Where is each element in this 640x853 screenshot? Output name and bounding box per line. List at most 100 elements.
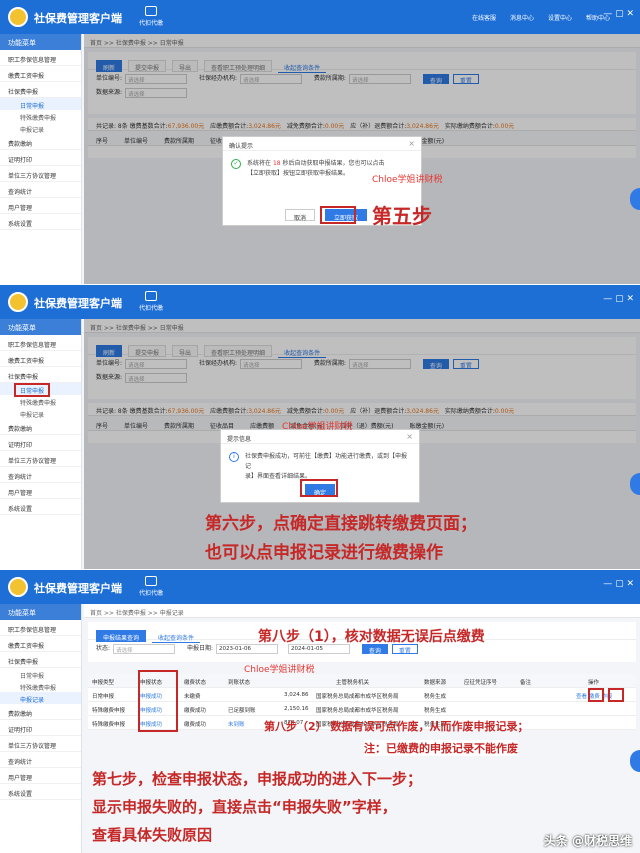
menu-print[interactable]: 证明打印 bbox=[0, 720, 81, 736]
row-type: 特殊缴费申报 bbox=[92, 708, 126, 714]
sidebar: 功能菜单 职工参保信息管理 缴费工资申报 社保费申报 日常申报 特殊缴费申报 申… bbox=[0, 604, 82, 853]
menu-declare[interactable]: 社保费申报 bbox=[0, 367, 81, 383]
menu-head: 功能菜单 bbox=[0, 604, 81, 620]
menu-records[interactable]: 申报记录 bbox=[0, 692, 81, 704]
menu-pay[interactable]: 费款缴纳 bbox=[0, 134, 81, 150]
header-tools: 在线客服 消息中心 设置中心 帮助中心 bbox=[458, 13, 610, 22]
row-type: 特殊缴费申报 bbox=[92, 722, 126, 728]
status-select[interactable]: 请选择 bbox=[113, 643, 176, 654]
window-controls[interactable]: — ▢ ✕ bbox=[603, 294, 634, 304]
menu-declare[interactable]: 社保费申报 bbox=[0, 652, 81, 668]
tool-online-service[interactable]: 在线客服 bbox=[472, 15, 496, 22]
status-label: 状态: bbox=[96, 645, 111, 652]
step8-caution-note: 注：已缴费的申报记录不能作废 bbox=[364, 740, 518, 756]
msg-part1: 系统将在 bbox=[247, 160, 272, 167]
menu-system[interactable]: 系统设置 bbox=[0, 214, 81, 230]
app-header: 社保费管理客户端 代扣代缴 在线客服 消息中心 设置中心 帮助中心 — ▢ ✕ bbox=[0, 0, 640, 34]
menu-print[interactable]: 证明打印 bbox=[0, 435, 81, 451]
proxy-button[interactable]: 代扣代缴 bbox=[136, 291, 166, 312]
tax-logo-icon bbox=[8, 7, 28, 27]
row-type: 日常申报 bbox=[92, 694, 115, 700]
proxy-button[interactable]: 代扣代缴 bbox=[136, 6, 166, 27]
watermark: Chloe学姐讲财税 bbox=[372, 175, 443, 185]
app-header: 社保费管理客户端 代扣代缴 — ▢ ✕ bbox=[0, 570, 640, 604]
menu-agreement[interactable]: 单位三方协议管理 bbox=[0, 736, 81, 752]
menu-declare[interactable]: 社保费申报 bbox=[0, 82, 81, 98]
menu-agreement[interactable]: 单位三方协议管理 bbox=[0, 451, 81, 467]
tab-result-query[interactable]: 申报结果查询 bbox=[96, 630, 147, 642]
proxy-button[interactable]: 代扣代缴 bbox=[136, 576, 166, 597]
row-arrive: 已足额到账 bbox=[228, 708, 256, 714]
menu-system[interactable]: 系统设置 bbox=[0, 784, 81, 800]
countdown-seconds: 18 bbox=[272, 160, 281, 167]
menu-staff[interactable]: 职工参保信息管理 bbox=[0, 620, 81, 636]
app-header: 社保费管理客户端 代扣代缴 — ▢ ✕ bbox=[0, 285, 640, 319]
msg-part3: 【立即获取】按钮立即获取申报结果。 bbox=[247, 170, 350, 177]
step7-note-line1: 第七步，检查申报状态，申报成功的进入下一步； bbox=[92, 770, 423, 788]
menu-staff[interactable]: 职工参保信息管理 bbox=[0, 50, 81, 66]
menu-system[interactable]: 系统设置 bbox=[0, 499, 81, 515]
breadcrumb: 首页 >> 社保费申报 >> 申报记录 bbox=[84, 604, 640, 618]
menu-records[interactable]: 申报记录 bbox=[0, 122, 81, 134]
row-office: 国家税务总局成都市成华区税务局 bbox=[316, 708, 399, 714]
menu-staff[interactable]: 职工参保信息管理 bbox=[0, 335, 81, 351]
menu-pay[interactable]: 费款缴纳 bbox=[0, 419, 81, 435]
menu-stats[interactable]: 查询统计 bbox=[0, 752, 81, 768]
step7-note-line2: 显示申报失败的，直接点击“申报失败”字样， bbox=[92, 798, 397, 816]
menu-daily[interactable]: 日常申报 bbox=[0, 98, 81, 110]
step5-note: 第五步 bbox=[372, 204, 432, 228]
window-controls[interactable]: — ▢ ✕ bbox=[603, 9, 634, 19]
dialog-title: 确认提示 bbox=[223, 137, 421, 151]
close-icon[interactable]: × bbox=[406, 432, 413, 441]
panel-step6: 社保费管理客户端 代扣代缴 — ▢ ✕ 功能菜单 职工参保信息管理 缴费工资申报… bbox=[0, 285, 640, 569]
msg-line1: 社保费申报成功，可前往【缴费】功能进行缴费，或到【申报记 bbox=[245, 453, 408, 470]
footer-credit: 头条 @财税思维 bbox=[543, 834, 632, 848]
row-amount: 3,024.86 bbox=[284, 692, 309, 698]
menu-print[interactable]: 证明打印 bbox=[0, 150, 81, 166]
menu-wage[interactable]: 缴费工资申报 bbox=[0, 636, 81, 652]
row-pay: 缴费成功 bbox=[184, 708, 207, 714]
highlight-ok bbox=[300, 479, 338, 497]
menu-records[interactable]: 申报记录 bbox=[0, 407, 81, 419]
menu-daily[interactable]: 日常申报 bbox=[0, 668, 81, 680]
menu-wage[interactable]: 缴费工资申报 bbox=[0, 351, 81, 367]
step8-part1-note: 第八步（1），核对数据无误后点缴费 bbox=[258, 629, 485, 645]
app-title: 社保费管理客户端 bbox=[34, 12, 122, 25]
row-office: 国家税务总局成都市成华区税务局 bbox=[316, 694, 399, 700]
menu-stats[interactable]: 查询统计 bbox=[0, 182, 81, 198]
sidebar: 功能菜单 职工参保信息管理 缴费工资申报 社保费申报 日常申报 特殊缴费申报 申… bbox=[0, 319, 82, 569]
date-label: 申报日期: bbox=[186, 645, 213, 652]
menu-stats[interactable]: 查询统计 bbox=[0, 467, 81, 483]
app-title: 社保费管理客户端 bbox=[34, 297, 122, 310]
row-arrive: 未到账 bbox=[228, 722, 245, 728]
info-icon: i bbox=[229, 452, 239, 462]
app-title: 社保费管理客户端 bbox=[34, 582, 122, 595]
tool-settings[interactable]: 设置中心 bbox=[548, 15, 572, 22]
proxy-label: 代扣代缴 bbox=[138, 305, 163, 312]
col-source: 数据来源 bbox=[424, 680, 447, 686]
menu-users[interactable]: 用户管理 bbox=[0, 768, 81, 784]
check-icon: ✓ bbox=[231, 159, 241, 169]
menu-wage[interactable]: 缴费工资申报 bbox=[0, 66, 81, 82]
menu-head: 功能菜单 bbox=[0, 34, 81, 50]
tax-logo-icon bbox=[8, 292, 28, 312]
proxy-icon bbox=[145, 576, 157, 586]
step6-note-line1: 第六步，点确定直接跳转缴费页面； bbox=[205, 514, 477, 534]
menu-head: 功能菜单 bbox=[0, 319, 81, 335]
menu-special[interactable]: 特殊缴费申报 bbox=[0, 680, 81, 692]
row-source: 税务生成 bbox=[424, 708, 447, 714]
cancel-button[interactable]: 取消 bbox=[285, 209, 316, 222]
msg-part2: 秒后自动获取申报结果，您也可以点击 bbox=[282, 160, 385, 167]
tool-messages[interactable]: 消息中心 bbox=[510, 15, 534, 22]
menu-users[interactable]: 用户管理 bbox=[0, 483, 81, 499]
col-voucher: 应征凭证序号 bbox=[464, 680, 498, 686]
window-controls[interactable]: — ▢ ✕ bbox=[603, 579, 634, 589]
proxy-label: 代扣代缴 bbox=[138, 20, 163, 27]
menu-pay[interactable]: 费款缴纳 bbox=[0, 704, 81, 720]
menu-agreement[interactable]: 单位三方协议管理 bbox=[0, 166, 81, 182]
menu-users[interactable]: 用户管理 bbox=[0, 198, 81, 214]
menu-special[interactable]: 特殊缴费申报 bbox=[0, 110, 81, 122]
close-icon[interactable]: × bbox=[408, 139, 415, 148]
collapse-link[interactable]: 收起查询条件 bbox=[152, 631, 201, 643]
watermark: Chloe学姐讲财税 bbox=[282, 422, 353, 432]
